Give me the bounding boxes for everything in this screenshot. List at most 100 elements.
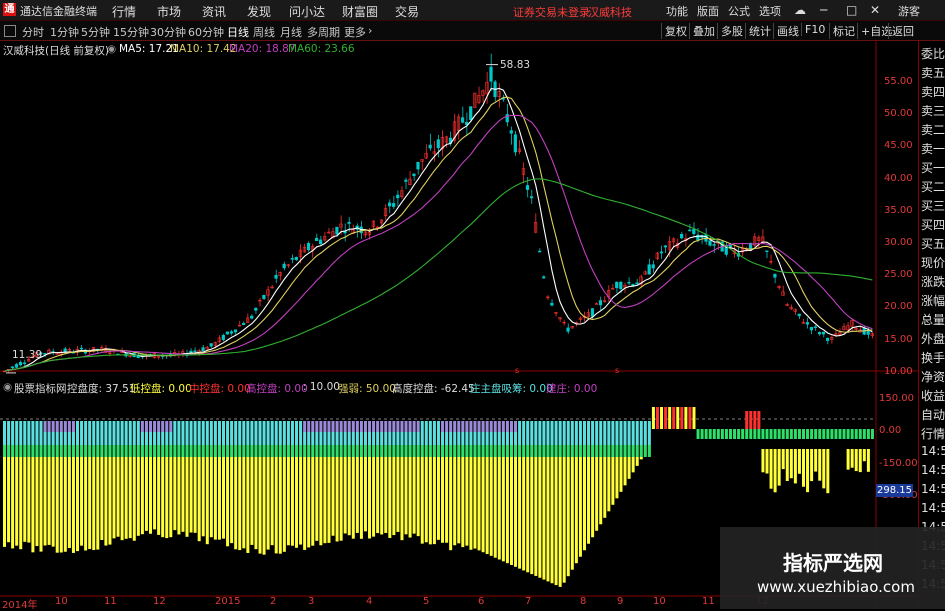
quote-panel-item[interactable]: 14:50: [921, 444, 945, 458]
indicator-settings-icon[interactable]: ◉: [3, 381, 12, 393]
indicator-bar: [599, 421, 603, 432]
tab-more[interactable]: 更多: [344, 24, 366, 40]
indicator-bar: [3, 432, 6, 445]
quote-side-panel: 委比卖五卖四卖三卖二卖一买一买二买三买四买五现价涨跌涨幅总量外盘换手净资收益自动…: [918, 41, 945, 609]
indicator-bar: [71, 445, 75, 457]
menu-item-discover[interactable]: 发现: [247, 3, 271, 20]
tab-60min[interactable]: 60分钟: [188, 24, 224, 40]
menu-function[interactable]: 功能: [666, 3, 688, 19]
menu-item-wealth[interactable]: 财富圈: [342, 3, 378, 20]
quote-panel-item[interactable]: 14:50: [921, 463, 945, 477]
indicator-bar: [526, 445, 530, 457]
indicator-bar: [424, 421, 428, 432]
tab-weekly[interactable]: 周线: [253, 24, 275, 40]
minimize-icon[interactable]: ─: [820, 3, 827, 17]
indicator-bar: [323, 432, 327, 445]
quote-panel-item[interactable]: 卖一: [921, 140, 945, 157]
indicator-bar: [777, 449, 781, 486]
kline-chart[interactable]: ss: [0, 41, 918, 609]
quote-panel-item[interactable]: 卖二: [921, 121, 945, 138]
toolbar-overlay[interactable]: 叠加: [689, 23, 718, 39]
toolbar-draw[interactable]: 画线: [773, 23, 802, 39]
tab-multi-period[interactable]: 多周期: [307, 24, 340, 40]
quote-panel-item[interactable]: 14:50: [921, 501, 945, 515]
indicator-bar: [63, 445, 67, 457]
candle-body: [392, 203, 396, 207]
quote-panel-item[interactable]: 买一: [921, 159, 945, 176]
menu-item-news[interactable]: 资讯: [202, 3, 226, 20]
indicator-bar: [76, 445, 80, 457]
maximize-icon[interactable]: □: [846, 3, 857, 17]
indicator-bar: [757, 411, 761, 429]
indicator-bar: [63, 432, 67, 445]
menu-layout[interactable]: 版面: [697, 3, 719, 19]
indicator-bar: [368, 457, 372, 539]
indicator-bar: [477, 432, 481, 445]
quote-panel-item[interactable]: 卖三: [921, 102, 945, 119]
quote-panel-item[interactable]: 外盘: [921, 330, 945, 347]
toolbar-f10[interactable]: F10: [801, 23, 828, 36]
menu-options[interactable]: 选项: [759, 3, 781, 19]
menu-item-quotes[interactable]: 行情: [112, 3, 136, 20]
quote-panel-item[interactable]: 换手: [921, 349, 945, 366]
quote-panel-item[interactable]: 买五: [921, 235, 945, 252]
quote-panel-item[interactable]: 总量: [921, 311, 945, 328]
settings-icon[interactable]: ◉: [107, 43, 116, 55]
user-label[interactable]: 游客: [898, 3, 920, 19]
quote-panel-item[interactable]: 买三: [921, 197, 945, 214]
menu-formula[interactable]: 公式: [728, 3, 750, 19]
indicator-bar: [773, 429, 777, 439]
login-alert[interactable]: 证券交易未登录: [513, 4, 590, 20]
close-icon[interactable]: ✕: [870, 3, 880, 17]
menu-item-market[interactable]: 市场: [157, 3, 181, 20]
quote-panel-item[interactable]: 14:50: [921, 482, 945, 496]
watermark-title: 指标严选网: [783, 551, 883, 575]
tab-timeshare[interactable]: 分时: [22, 24, 44, 40]
quote-panel-item[interactable]: 涨幅: [921, 292, 945, 309]
indicator-bar: [822, 429, 826, 439]
quote-panel-item[interactable]: 行情: [921, 425, 945, 442]
toolbar-mark[interactable]: 标记: [829, 23, 858, 39]
tab-monthly[interactable]: 月线: [280, 24, 302, 40]
indicator-bar: [71, 432, 75, 445]
quote-panel-item[interactable]: 涨跌: [921, 273, 945, 290]
indicator-bar: [376, 421, 380, 432]
tab-5min[interactable]: 5分钟: [81, 24, 110, 40]
panel-toggle-icon[interactable]: [4, 25, 16, 37]
chevron-right-icon[interactable]: ›: [368, 24, 372, 37]
indicator-bar: [120, 445, 124, 457]
indicator-bar: [15, 457, 19, 546]
indicator-bar: [355, 445, 359, 457]
candle-body: [692, 228, 696, 235]
stock-alert[interactable]: 汉威科技: [588, 4, 632, 20]
quote-panel-item[interactable]: 现价: [921, 254, 945, 271]
help-icon[interactable]: ☁: [794, 3, 806, 17]
toolbar-stats[interactable]: 统计: [745, 23, 774, 39]
toolbar-back[interactable]: 返回: [888, 23, 917, 39]
indicator-axis-label: -150.00: [879, 458, 918, 469]
indicator-bar: [858, 449, 862, 473]
tab-1min[interactable]: 1分钟: [50, 24, 79, 40]
quote-panel-item[interactable]: 委比: [921, 45, 945, 62]
indicator-bar: [23, 432, 27, 445]
quote-panel-item[interactable]: 卖五: [921, 64, 945, 81]
menu-item-ask[interactable]: 问小达: [289, 3, 325, 20]
indicator-bar: [185, 421, 189, 432]
tab-15min[interactable]: 15分钟: [113, 24, 149, 40]
tab-30min[interactable]: 30分钟: [150, 24, 186, 40]
quote-panel-item[interactable]: 买四: [921, 216, 945, 233]
quote-panel-item[interactable]: 净资: [921, 368, 945, 385]
quote-panel-item[interactable]: 收益: [921, 387, 945, 404]
quote-panel-item[interactable]: 买二: [921, 178, 945, 195]
indicator-bar: [100, 457, 104, 540]
toolbar-fuquan[interactable]: 复权: [661, 23, 690, 39]
indicator-bar: [19, 445, 23, 457]
toolbar-multi-stock[interactable]: 多股: [717, 23, 746, 39]
quote-panel-item[interactable]: 自动: [921, 406, 945, 423]
tab-daily[interactable]: 日线: [227, 24, 249, 40]
indicator-bar: [226, 457, 230, 547]
indicator-bar: [347, 432, 351, 445]
quote-panel-item[interactable]: 卖四: [921, 83, 945, 100]
menu-item-trade[interactable]: 交易: [395, 3, 419, 20]
candle-body: [209, 343, 213, 347]
